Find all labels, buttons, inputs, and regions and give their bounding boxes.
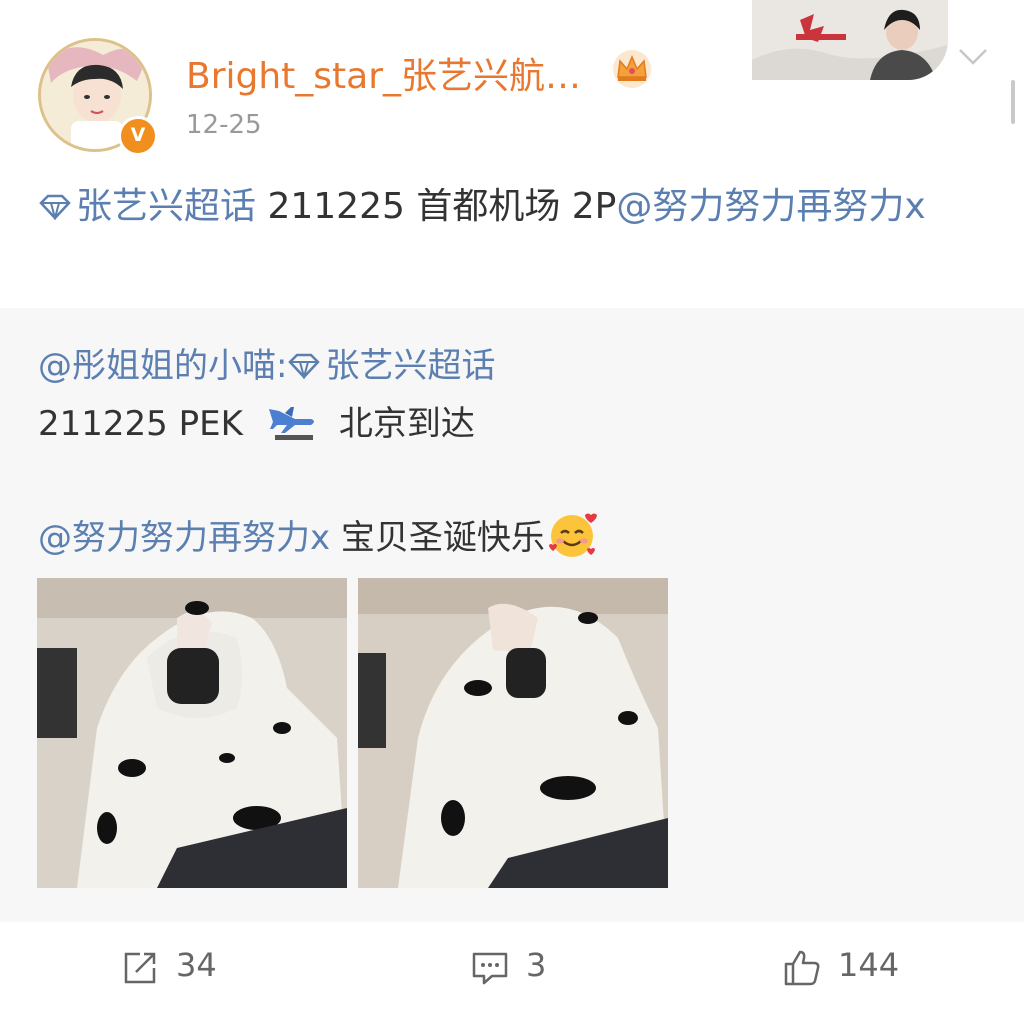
photo-person-in-spotted-coat — [37, 578, 347, 888]
repost-greeting-line: @努力努力再努力x 宝贝圣诞快乐 — [38, 510, 597, 559]
repost-supertopic-link[interactable]: 张艺兴超话 — [287, 346, 495, 386]
action-bar: 34 3 144 — [0, 922, 1024, 1015]
supertopic-label: 张艺兴超话 — [76, 186, 257, 227]
scrollbar[interactable] — [1011, 80, 1015, 124]
post-image-2[interactable] — [358, 578, 668, 888]
banner-image — [752, 0, 948, 80]
repost-panel[interactable]: @彤姐姐的小喵: 张艺兴超话 211225 PEK 北京到达 @努力努力再努力x … — [0, 308, 1024, 922]
repost-mention-link[interactable]: @努力努力再努力x — [38, 518, 330, 558]
repost-supertopic-label: 张艺兴超话 — [325, 346, 496, 386]
diamond-topic-icon — [39, 194, 71, 220]
decorative-header-banner — [752, 0, 948, 80]
post-text: 张艺兴超话 211225 首都机场 2P@努力努力再努力x — [38, 178, 998, 236]
repost-flight-code: 211225 PEK — [38, 404, 243, 444]
diamond-topic-icon — [288, 353, 321, 379]
repost-arrival-text: 北京到达 — [338, 404, 475, 444]
verified-badge-icon: V — [118, 116, 158, 156]
repost-header: @彤姐姐的小喵: 张艺兴超话 — [38, 338, 495, 387]
comment-icon — [472, 952, 508, 985]
repost-author-link[interactable]: @彤姐姐的小喵: — [38, 346, 287, 386]
post-timestamp: 12-25 — [186, 110, 262, 140]
avatar[interactable]: V — [38, 38, 158, 156]
share-icon — [124, 952, 156, 984]
post-image-1[interactable] — [37, 578, 347, 888]
like-count: 144 — [838, 946, 900, 984]
repost-flight-line: 211225 PEK 北京到达 — [38, 396, 475, 445]
mention-link[interactable]: @努力努力再努力x — [616, 186, 925, 227]
airplane-arrival-icon — [268, 407, 314, 440]
post-body-text: 211225 首都机场 2P — [256, 186, 617, 227]
smiling-face-with-hearts-icon — [548, 513, 597, 557]
supertopic-link[interactable]: 张艺兴超话 — [38, 186, 256, 227]
like-icon — [784, 950, 820, 986]
repost-greeting: 宝贝圣诞快乐 — [330, 518, 545, 558]
comment-count: 3 — [526, 946, 547, 984]
photo-person-waving — [358, 578, 668, 888]
username[interactable]: Bright_star_张艺兴航… — [186, 47, 581, 99]
repost-count: 34 — [176, 946, 217, 984]
chevron-down-icon[interactable] — [956, 44, 990, 68]
crown-icon[interactable] — [611, 49, 653, 89]
